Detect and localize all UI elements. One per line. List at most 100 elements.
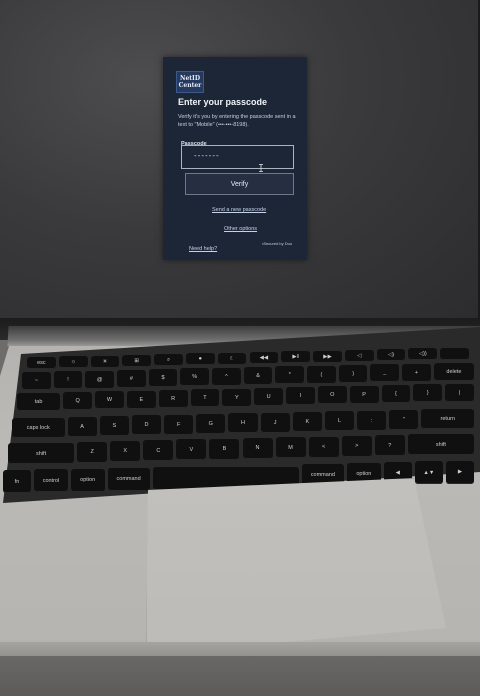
key-label: U <box>266 393 271 400</box>
key-b[interactable]: B <box>209 438 240 460</box>
key-j[interactable]: J <box>260 412 290 433</box>
key-symbol[interactable]: ⏺ <box>185 353 215 366</box>
key-symbol[interactable]: < <box>308 436 339 458</box>
key-symbol[interactable]: + <box>402 363 431 382</box>
key-option[interactable]: option <box>70 468 105 492</box>
key-symbol[interactable]: & <box>243 367 273 386</box>
need-help-link[interactable]: Need help? <box>189 246 217 252</box>
laptop-display: NetID Center Enter your passcode Verify … <box>0 0 480 318</box>
key-symbol[interactable]: ^ <box>212 367 241 386</box>
key-d[interactable]: D <box>131 415 162 436</box>
key-label: ☀ <box>102 358 108 365</box>
key-x[interactable]: X <box>110 440 141 462</box>
key-label: J <box>273 419 277 426</box>
key-symbol[interactable]: ⌕ <box>154 354 183 367</box>
key-symbol[interactable]: _ <box>370 364 400 383</box>
key-label: A <box>80 423 84 430</box>
key-esc[interactable]: esc <box>27 357 56 369</box>
key-label: caps lock <box>26 425 50 431</box>
key-symbol[interactable]: @ <box>85 370 115 389</box>
key-symbol[interactable]: ◁)) <box>408 348 438 361</box>
key-label: ? <box>388 442 392 449</box>
key-r[interactable]: R <box>158 389 188 408</box>
key-control[interactable]: control <box>34 469 68 493</box>
key-t[interactable]: T <box>190 389 220 408</box>
key-symbol[interactable]: ☾ <box>217 352 247 365</box>
key-label: @ <box>96 376 103 383</box>
key-symbol[interactable]: ( <box>307 365 336 384</box>
key-symbol[interactable]: # <box>117 369 146 388</box>
key-g[interactable]: G <box>196 414 226 434</box>
key-symbol[interactable]: * <box>275 366 305 385</box>
key-label: G <box>208 421 213 427</box>
key-symbol[interactable]: ◁) <box>376 349 406 362</box>
key-symbol[interactable]: > <box>341 435 372 457</box>
key-symbol[interactable]: ◁ <box>344 349 374 362</box>
key-m[interactable]: M <box>275 437 306 459</box>
key-symbol[interactable]: ▲▼ <box>414 461 443 485</box>
key-symbol[interactable]: $ <box>148 369 178 388</box>
send-new-passcode-link[interactable]: Send a new passcode <box>212 207 266 213</box>
key-h[interactable]: H <box>228 413 258 434</box>
passcode-input[interactable]: ------- <box>181 145 294 169</box>
key-label: D <box>144 422 149 429</box>
key-symbol[interactable]: ▶▶ <box>313 350 342 363</box>
key-symbol[interactable]: ▶ <box>445 460 474 484</box>
key-fn[interactable]: fn <box>3 470 32 493</box>
other-options-link[interactable]: Other options <box>224 226 257 232</box>
key-touch-id[interactable] <box>440 347 469 360</box>
key-a[interactable]: A <box>67 416 97 437</box>
key-u[interactable]: U <box>254 387 284 406</box>
key-symbol[interactable]: : <box>357 410 387 431</box>
key-delete[interactable]: delete <box>433 362 474 381</box>
key-label: control <box>42 477 60 484</box>
key-label: X <box>123 448 128 455</box>
key-symbol[interactable]: { <box>381 385 411 404</box>
key-symbol[interactable]: ? <box>374 435 405 457</box>
key-symbol[interactable]: ☼ <box>58 356 88 369</box>
key-symbol[interactable]: } <box>413 384 443 403</box>
key-c[interactable]: C <box>143 440 174 462</box>
key-symbol[interactable]: " <box>389 409 419 430</box>
key-label: ▶‖ <box>292 354 299 361</box>
key-symbol[interactable]: ▶‖ <box>281 351 311 364</box>
key-label: ☼ <box>70 359 76 366</box>
key-label: option <box>356 471 372 478</box>
key-label: + <box>414 369 419 376</box>
key-shift[interactable]: shift <box>407 434 474 456</box>
key-l[interactable]: L <box>324 411 355 432</box>
key-label: shift <box>36 450 47 457</box>
key-i[interactable]: I <box>286 387 315 406</box>
key-label: ◁)) <box>418 351 427 358</box>
key-o[interactable]: O <box>317 386 347 405</box>
key-s[interactable]: S <box>99 416 129 437</box>
key-label: return <box>440 416 455 423</box>
key-v[interactable]: V <box>176 439 207 461</box>
key-return[interactable]: return <box>421 409 474 430</box>
trackpad[interactable] <box>146 478 446 654</box>
key-f[interactable]: F <box>164 414 194 435</box>
key-p[interactable]: P <box>349 385 379 404</box>
key-symbol[interactable]: ☀ <box>90 355 120 368</box>
key-z[interactable]: Z <box>77 441 108 463</box>
key-symbol[interactable]: | <box>445 383 474 402</box>
key-caps-lock[interactable]: caps lock <box>12 418 65 438</box>
key-label: W <box>106 397 113 404</box>
verify-button[interactable]: Verify <box>185 173 294 195</box>
key-symbol[interactable]: ! <box>53 371 83 390</box>
key-symbol[interactable]: ◀◀ <box>249 351 279 364</box>
key-symbol[interactable]: % <box>180 368 210 387</box>
key-symbol[interactable]: ) <box>338 364 368 383</box>
key-symbol[interactable]: ⊞ <box>122 354 152 367</box>
key-command[interactable]: command <box>107 467 150 491</box>
key-q[interactable]: Q <box>63 391 93 410</box>
key-label: ! <box>67 377 69 384</box>
key-w[interactable]: W <box>95 391 124 410</box>
key-y[interactable]: Y <box>222 388 252 407</box>
key-symbol[interactable]: ~ <box>22 372 51 390</box>
key-tab[interactable]: tab <box>17 393 61 411</box>
key-e[interactable]: E <box>126 390 156 409</box>
key-shift[interactable]: shift <box>8 443 75 464</box>
key-n[interactable]: N <box>242 437 273 459</box>
key-k[interactable]: K <box>292 411 322 432</box>
